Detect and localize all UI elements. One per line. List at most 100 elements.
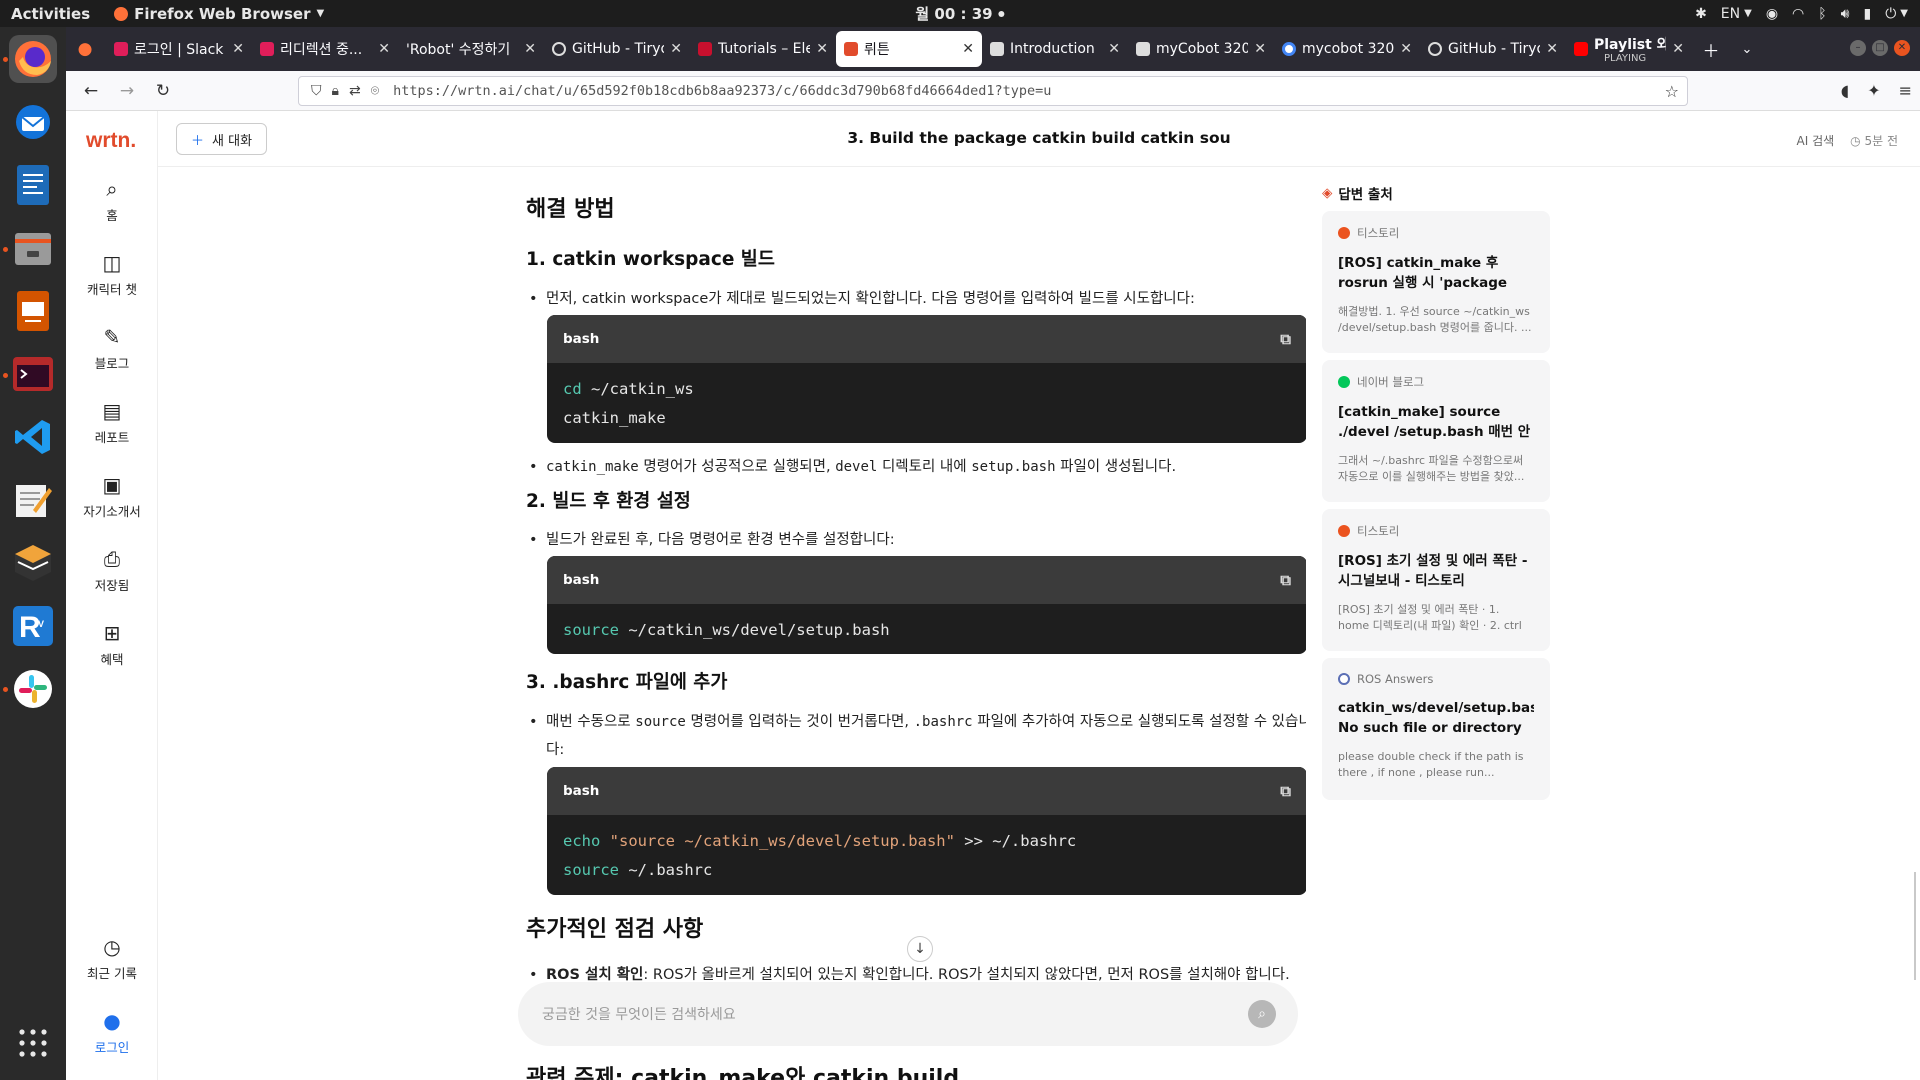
source-card[interactable]: 티스토리 [ROS] catkin_make 후 rosrun 실행 시 'pa…: [1322, 211, 1550, 353]
shield-icon[interactable]: ⛉: [311, 83, 322, 99]
permissions-icon[interactable]: ⇄: [349, 83, 361, 99]
back-button[interactable]: ←: [76, 76, 106, 106]
clock[interactable]: 월 00 : 39: [915, 3, 1005, 24]
close-icon[interactable]: ✕: [962, 41, 974, 57]
extensions-icon[interactable]: ✦: [1867, 81, 1880, 100]
maximize-button[interactable]: □: [1872, 40, 1888, 56]
tab[interactable]: 로그인 | Slack ✕: [106, 31, 252, 67]
tab[interactable]: myCobot 320 ✕: [1128, 31, 1274, 67]
copy-icon[interactable]: ⧉: [1280, 330, 1291, 348]
ai-search-button[interactable]: AI 검색: [1797, 132, 1835, 149]
thunderbird-dock-icon[interactable]: [9, 98, 57, 146]
bluetooth-icon[interactable]: ᛒ: [1818, 6, 1826, 22]
close-icon[interactable]: ✕: [378, 41, 390, 57]
tab-active[interactable]: 뤼튼 ✕: [836, 31, 982, 67]
lock-icon[interactable]: 🔒︎: [332, 83, 339, 99]
tab[interactable]: GitHub - Tiryo ✕: [1420, 31, 1566, 67]
virtualbox-icon: [15, 545, 51, 581]
firefox-dock-icon[interactable]: [9, 35, 57, 83]
close-icon[interactable]: ✕: [816, 41, 828, 57]
impress-dock-icon[interactable]: [9, 287, 57, 335]
inline-code: .bashrc: [913, 714, 973, 730]
close-icon[interactable]: ✕: [1108, 41, 1120, 57]
text-editor-dock-icon[interactable]: [9, 476, 57, 524]
record-icon[interactable]: ◉: [1766, 6, 1778, 22]
code-block: bash ⧉ source ~/catkin_ws/devel/setup.bas…: [547, 556, 1306, 654]
book-favicon-icon: [1136, 42, 1150, 56]
system-tray[interactable]: ✱ EN ▼ ◉ ◠ ᛒ 🔊︎ ▮ ⏻ ▼: [1695, 6, 1908, 22]
realvnc-icon: RV: [13, 606, 53, 646]
url-bar[interactable]: ⛉ 🔒︎ ⇄ ⌾ https://wrtn.ai/chat/u/65d592f0…: [298, 76, 1688, 106]
close-icon[interactable]: ✕: [1546, 41, 1558, 57]
sidebar-item-character-chat[interactable]: ◫ 캐릭터 챗: [66, 251, 158, 298]
sidebar-item-home[interactable]: ⌕ 홈: [66, 177, 158, 224]
tab-label: 뤼튼: [864, 42, 890, 58]
close-icon[interactable]: ✕: [1400, 41, 1412, 57]
tab[interactable]: 리디렉션 중... ✕: [252, 31, 398, 67]
language-indicator[interactable]: EN: [1721, 6, 1740, 22]
copy-icon[interactable]: ⧉: [1280, 782, 1291, 800]
list-tabs-button[interactable]: ⌄: [1732, 34, 1762, 64]
close-icon[interactable]: ✕: [524, 41, 536, 57]
tab[interactable]: Playlist 와 ...PLAYING ✕: [1566, 31, 1692, 67]
page-scrollbar[interactable]: [1914, 872, 1916, 980]
location-icon[interactable]: ⌾: [371, 83, 379, 99]
code-content[interactable]: echo "source ~/catkin_ws/devel/setup.bas…: [547, 815, 1306, 895]
close-icon[interactable]: ✕: [670, 41, 682, 57]
code-content[interactable]: source ~/catkin_ws/devel/setup.bash: [547, 604, 1306, 654]
sidebar-item-saved[interactable]: ⎙ 저장됨: [66, 547, 158, 594]
url-text[interactable]: https://wrtn.ai/chat/u/65d592f0b18cdb6b8…: [393, 83, 1051, 99]
new-tab-button[interactable]: ＋: [1696, 34, 1726, 64]
source-card[interactable]: 티스토리 [ROS] 초기 설정 및 에러 폭탄 - 시그널보내 - 티스토리 …: [1322, 509, 1550, 651]
close-window-button[interactable]: ✕: [1894, 40, 1910, 56]
tab[interactable]: Tutorials – Ele ✕: [690, 31, 836, 67]
tab[interactable]: Introduction ✕: [982, 31, 1128, 67]
copy-icon[interactable]: ⧉: [1280, 571, 1291, 589]
sidebar-item-cover-letter[interactable]: ▣ 자기소개서: [66, 473, 158, 520]
subsection-heading: 2. 빌드 후 환경 설정: [526, 491, 691, 512]
virtualbox-dock-icon[interactable]: [9, 539, 57, 587]
slack-tray-icon[interactable]: ✱: [1695, 6, 1707, 22]
menu-icon[interactable]: ≡: [1899, 81, 1912, 100]
source-snippet: [ROS] 초기 설정 및 에러 폭탄 · 1. home 디렉토리(내 파일)…: [1338, 603, 1522, 632]
tab[interactable]: GitHub - Tiryo ✕: [544, 31, 690, 67]
sidebar-item-history[interactable]: ◷ 최근 기록: [66, 935, 158, 982]
realvnc-dock-icon[interactable]: RV: [9, 602, 57, 650]
reload-button[interactable]: ↻: [148, 76, 178, 106]
wrtn-logo[interactable]: wrtn.: [86, 129, 136, 153]
activities-button[interactable]: Activities: [11, 5, 90, 23]
power-icon[interactable]: ⏻: [1885, 6, 1896, 22]
tab[interactable]: mycobot 320 ✕: [1274, 31, 1420, 67]
terminal-dock-icon[interactable]: [9, 350, 57, 398]
bookmark-star-icon[interactable]: ☆: [1665, 82, 1679, 101]
close-icon[interactable]: ✕: [232, 41, 244, 57]
slack-dock-icon[interactable]: [9, 665, 57, 713]
files-dock-icon[interactable]: [9, 224, 57, 272]
source-card[interactable]: ROS Answers catkin_ws/devel/setup.bash: …: [1322, 658, 1550, 800]
sidebar-item-benefits[interactable]: ⊞ 혜택: [66, 621, 158, 668]
sidebar-item-login[interactable]: ● 로그인: [66, 1009, 158, 1056]
running-indicator: [3, 57, 8, 62]
search-submit-button[interactable]: ⌕: [1248, 1000, 1276, 1028]
code-content[interactable]: cd ~/catkin_ws catkin_make: [547, 363, 1306, 443]
minimize-button[interactable]: –: [1850, 40, 1866, 56]
text: 파일이 생성됩니다.: [1055, 459, 1177, 475]
tab[interactable]: 'Robot' 수정하기 ✕: [398, 31, 544, 67]
source-card[interactable]: 네이버 블로그 [catkin_make] source ./devel /se…: [1322, 360, 1550, 502]
close-icon[interactable]: ✕: [1672, 41, 1684, 57]
close-icon[interactable]: ✕: [1254, 41, 1266, 57]
vscode-dock-icon[interactable]: [9, 413, 57, 461]
sidebar-item-blog[interactable]: ✎ 블로그: [66, 325, 158, 372]
search-input[interactable]: 궁금한 것을 무엇이든 검색하세요 ⌕: [518, 982, 1298, 1046]
pocket-icon[interactable]: ◖: [1841, 81, 1849, 100]
battery-icon[interactable]: ▮: [1864, 6, 1872, 22]
firefox-view-button[interactable]: ●: [70, 34, 100, 64]
scroll-down-button[interactable]: ↓: [907, 936, 933, 962]
forward-button[interactable]: →: [112, 76, 142, 106]
volume-icon[interactable]: 🔊︎: [1841, 6, 1850, 22]
writer-dock-icon[interactable]: [9, 161, 57, 209]
app-menu[interactable]: Firefox Web Browser ▼: [114, 5, 324, 23]
sidebar-item-report[interactable]: ▤ 레포트: [66, 399, 158, 446]
wifi-icon[interactable]: ◠: [1792, 6, 1804, 22]
app-grid-button[interactable]: [9, 1019, 57, 1067]
